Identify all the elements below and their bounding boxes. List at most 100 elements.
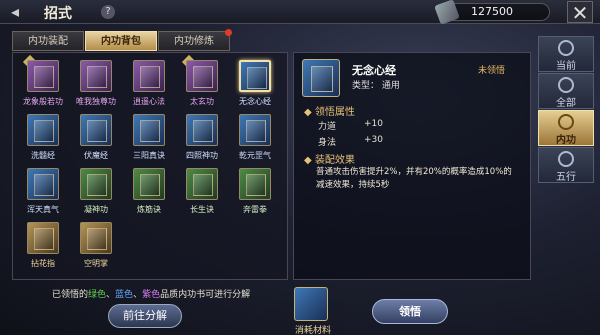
book-name: 炼筋诀 xyxy=(137,205,161,214)
book-name: 四照神功 xyxy=(186,151,218,160)
question-icon[interactable]: ? xyxy=(101,5,115,19)
book-icon xyxy=(186,168,218,200)
hint-purple: 紫色 xyxy=(142,290,161,300)
sidebar-label: 五行 xyxy=(556,172,576,183)
book-icon xyxy=(27,60,59,92)
effect-text: 普通攻击伤害提升2%，并有20%的概率造成10%的减速效果，持续5秒 xyxy=(316,167,512,190)
tab-inner-power-train[interactable]: 内功修炼 xyxy=(158,29,232,51)
effect-title: ◆ 装配效果 xyxy=(304,155,355,166)
book-item[interactable]: 乾元罡气 xyxy=(235,111,275,163)
tab-inner-power-bag[interactable]: 内功背包 xyxy=(85,31,157,51)
sidebar-item-inner-power[interactable]: 内功 xyxy=(538,110,594,146)
book-item[interactable]: 浑天真气 xyxy=(23,165,63,217)
book-name: 伏魔经 xyxy=(84,151,108,160)
book-icon xyxy=(186,60,218,92)
book-name: 乾元罡气 xyxy=(239,151,271,160)
stat-row: 力道 +10 xyxy=(318,119,383,132)
page-title: 招式 xyxy=(44,6,72,22)
stat-label: 力道 xyxy=(318,122,337,132)
book-icon xyxy=(80,168,112,200)
book-item[interactable]: 唯我独尊功 xyxy=(76,57,116,109)
tab-inner-power-equip[interactable]: 内功装配 xyxy=(12,31,84,51)
book-icon xyxy=(239,60,271,92)
hint-blue: 蓝色 xyxy=(115,290,134,300)
status-badge: 未领悟 xyxy=(478,66,506,76)
all-icon xyxy=(558,77,574,93)
book-name: 无念心经 xyxy=(239,97,271,106)
hint-prefix: 已领悟的 xyxy=(52,290,89,300)
book-icon xyxy=(27,168,59,200)
close-icon[interactable]: ✕ xyxy=(567,1,593,24)
sidebar-label: 全部 xyxy=(556,98,576,109)
book-name: 三阳真诀 xyxy=(133,151,165,160)
book-icon xyxy=(133,60,165,92)
book-item[interactable]: 伏魔经 xyxy=(76,111,116,163)
book-icon xyxy=(186,114,218,146)
stat-label: 身法 xyxy=(318,138,337,148)
book-name: 逍遥心法 xyxy=(133,97,165,106)
book-item[interactable]: 洗髓经 xyxy=(23,111,63,163)
sidebar-item-all[interactable]: 全部 xyxy=(538,73,594,109)
hint-green: 绿色 xyxy=(88,290,107,300)
hint-separator: 、 xyxy=(106,290,116,300)
book-item[interactable]: 太玄功 xyxy=(181,54,222,109)
book-icon xyxy=(239,168,271,200)
five-elements-icon xyxy=(558,151,574,167)
book-name: 浑天真气 xyxy=(27,205,59,214)
top-bar: ◂ 招式 ? 127500 ✕ xyxy=(0,0,600,25)
currency-display: 127500 xyxy=(434,0,550,25)
current-icon xyxy=(558,40,574,56)
material-slot[interactable] xyxy=(294,287,328,321)
book-icon xyxy=(239,114,271,146)
notification-dot xyxy=(225,29,232,36)
book-name: 龙象般若功 xyxy=(23,97,63,106)
book-icon xyxy=(133,168,165,200)
book-name: 长生诀 xyxy=(190,205,214,214)
inner-power-icon xyxy=(558,114,574,130)
detail-name: 无念心经 xyxy=(352,64,396,77)
book-icon xyxy=(80,222,112,254)
decompose-hint: 已领悟的绿色、蓝色、紫色品质内功书可进行分解 xyxy=(52,287,250,300)
book-name: 唯我独尊功 xyxy=(76,97,116,106)
hint-separator: 、 xyxy=(133,290,143,300)
stat-value: +30 xyxy=(364,135,383,145)
book-item[interactable]: 龙象般若功 xyxy=(22,54,63,109)
book-item[interactable]: 凝神功 xyxy=(76,165,116,217)
currency-icon xyxy=(434,0,460,25)
stat-row: 身法 +30 xyxy=(318,135,383,148)
material-label: 消耗材料 xyxy=(294,326,331,335)
arrow-left-icon[interactable]: ◂ xyxy=(4,2,26,22)
stat-value: +10 xyxy=(364,119,383,129)
book-icon xyxy=(80,114,112,146)
book-item[interactable]: 长生诀 xyxy=(182,165,222,217)
book-item[interactable]: 空明掌 xyxy=(76,219,116,271)
book-icon xyxy=(27,114,59,146)
sidebar-item-current[interactable]: 当前 xyxy=(538,36,594,72)
book-name: 空明掌 xyxy=(84,259,108,268)
book-item[interactable]: 拈花指 xyxy=(23,219,63,271)
book-item[interactable]: 三阳真诀 xyxy=(129,111,169,163)
book-item[interactable]: 炼筋诀 xyxy=(129,165,169,217)
book-item[interactable]: 奔雷拳 xyxy=(235,165,275,217)
detail-panel: 无念心经 类型： 通用 未领悟 ◆ 领悟属性 力道 +10 身法 +30 ◆ 装配效… xyxy=(293,52,531,280)
book-item[interactable]: 逍遥心法 xyxy=(129,57,169,109)
tab-label: 内功修炼 xyxy=(174,36,214,47)
book-icon xyxy=(80,60,112,92)
detail-type: 类型： 通用 xyxy=(352,81,400,91)
hint-suffix: 品质内功书可进行分解 xyxy=(160,290,251,300)
sidebar-item-five-elements[interactable]: 五行 xyxy=(538,147,594,183)
currency-amount: 127500 xyxy=(471,5,513,18)
book-item[interactable]: 四照神功 xyxy=(182,111,222,163)
book-item-selected[interactable]: 无念心经 xyxy=(235,57,275,109)
comprehend-button[interactable]: 领悟 xyxy=(372,299,448,324)
attr-title: ◆ 领悟属性 xyxy=(304,107,355,118)
book-name: 拈花指 xyxy=(31,259,55,268)
book-name: 洗髓经 xyxy=(31,151,55,160)
book-name: 奔雷拳 xyxy=(243,205,267,214)
sidebar-label: 当前 xyxy=(556,61,576,72)
book-icon xyxy=(27,222,59,254)
decompose-button[interactable]: 前往分解 xyxy=(108,304,182,328)
book-name: 太玄功 xyxy=(190,97,214,106)
book-icon xyxy=(302,59,340,97)
book-grid: 龙象般若功 唯我独尊功 逍遥心法 太玄功 无念心经 洗髓经 伏魔经 三阳真诀 四… xyxy=(12,52,288,280)
